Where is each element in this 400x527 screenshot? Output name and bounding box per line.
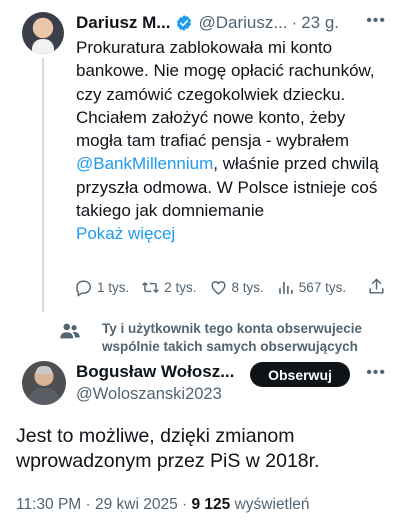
tweet-header: Dariusz M... @Dariusz... · 23 g. (76, 12, 386, 34)
mention-link[interactable]: @BankMillennium (76, 154, 213, 173)
tweet-time[interactable]: 23 g. (301, 13, 339, 33)
more-icon[interactable]: ••• (366, 364, 386, 382)
repost-button[interactable]: 2 tys. (141, 278, 197, 297)
mutual-followers-icon (60, 323, 80, 339)
tweet-time[interactable]: 11:30 PM (16, 496, 81, 513)
separator-dot: · (85, 496, 95, 513)
tweet-text: Jest to możliwe, dzięki zmianom wprowadz… (16, 425, 320, 472)
like-button[interactable]: 8 tys. (209, 278, 264, 297)
like-icon (210, 280, 226, 295)
author-avatar[interactable] (22, 361, 66, 405)
views-count: 567 tys. (298, 279, 347, 295)
follow-button[interactable]: Obserwuj (250, 362, 350, 387)
tweet-text: Prokuratura zablokowała mi konto bankowe… (76, 36, 388, 246)
tweet-text-part: Prokuratura zablokowała mi konto bankowe… (76, 38, 375, 151)
views-count: 9 125 (191, 496, 231, 513)
author-handle[interactable]: @Woloszanski2023 (76, 385, 222, 404)
author-name[interactable]: Dariusz M... (76, 13, 170, 33)
reply-count: 1 tys. (97, 279, 130, 295)
reply-button[interactable]: 1 tys. (74, 278, 129, 297)
author-avatar[interactable] (22, 12, 64, 54)
repost-count: 2 tys. (164, 279, 197, 295)
thread-line (42, 58, 44, 312)
repost-icon (142, 281, 160, 293)
tweet-date[interactable]: 29 kwi 2025 (95, 496, 178, 513)
share-icon[interactable] (367, 277, 386, 296)
author-handle[interactable]: @Dariusz... (198, 13, 287, 33)
views-label: wyświetleń (234, 496, 310, 513)
show-more-link[interactable]: Pokaż więcej (76, 224, 175, 243)
views-icon (278, 281, 293, 294)
mutual-followers-text: Ty i użytkownik tego konta obserwujecie … (102, 321, 363, 354)
views-button[interactable]: 567 tys. (276, 278, 346, 297)
author-name[interactable]: Bogusław Wołosz... (76, 362, 234, 382)
verified-badge-icon (177, 15, 192, 31)
like-count: 8 tys. (231, 279, 264, 295)
tweet-meta: 11:30 PM · 29 kwi 2025 · 9 125 wyświetle… (16, 496, 310, 514)
reply-icon (76, 279, 91, 297)
separator-dot: · (182, 496, 192, 513)
tweet-actions: 1 tys. 2 tys. 8 tys. 567 tys. (74, 276, 386, 298)
separator-dot: · (291, 13, 298, 32)
more-icon[interactable]: ••• (366, 12, 386, 30)
quoted-tweet[interactable]: Dariusz M... @Dariusz... · 23 g. ••• Pro… (0, 0, 400, 312)
